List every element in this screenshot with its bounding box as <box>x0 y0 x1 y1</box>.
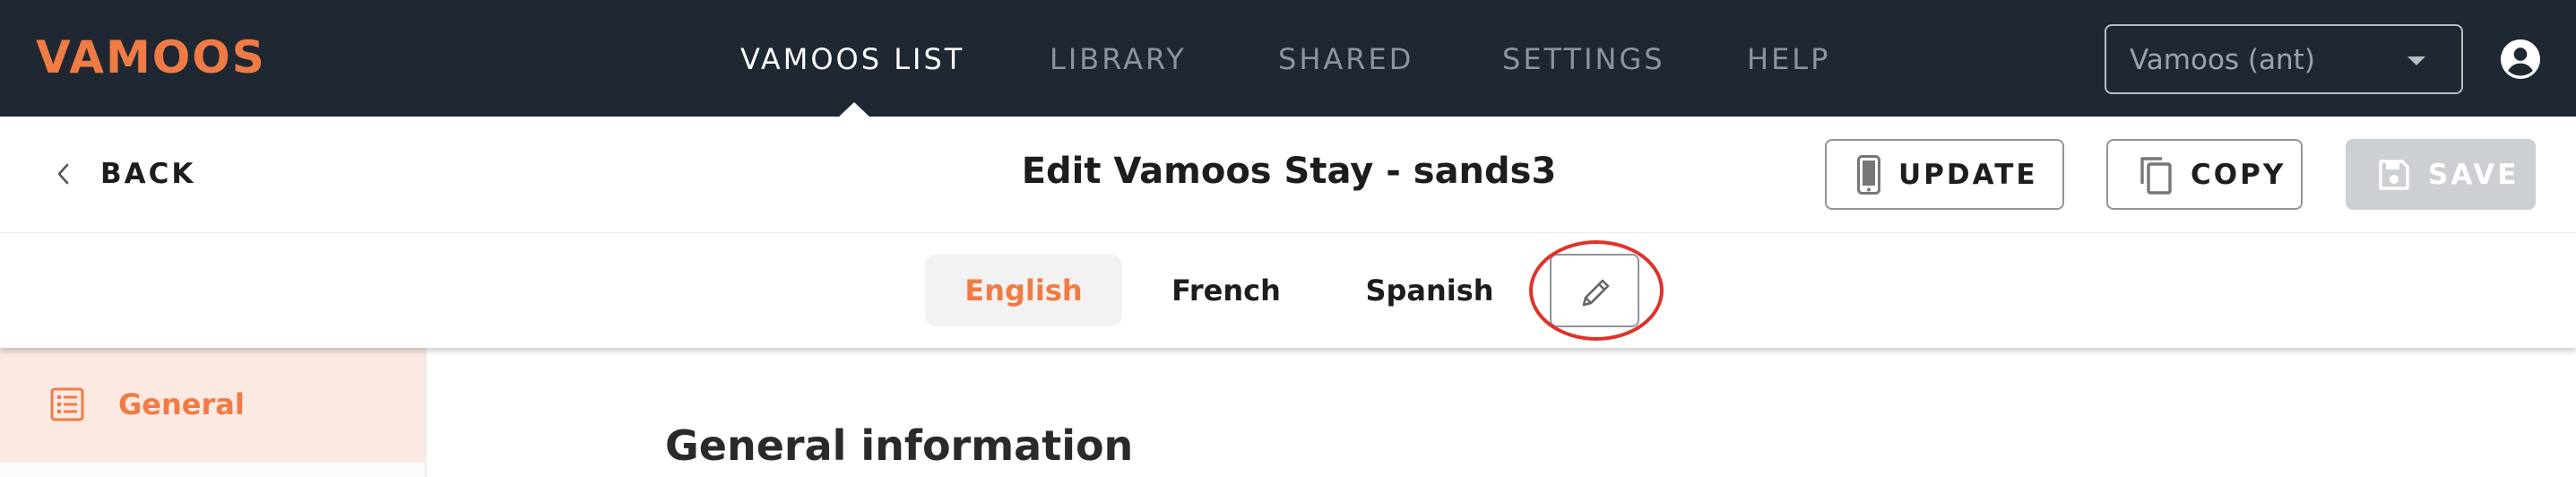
sidebar: General <box>0 348 427 477</box>
save-disk-icon <box>2379 159 2409 190</box>
page-title-text: Edit Vamoos Stay - sands3 <box>1021 151 1557 192</box>
annotation-highlight-ring <box>1529 240 1664 341</box>
account-circle-icon[interactable] <box>2501 39 2540 79</box>
copy-button-label: COPY <box>2191 158 2286 191</box>
update-button[interactable]: UPDATE <box>1825 139 2064 210</box>
active-nav-indicator <box>838 102 870 117</box>
sidebar-item-label: General <box>118 387 245 421</box>
nav-item-settings[interactable]: SETTINGS <box>1502 39 1665 79</box>
section-title: General information <box>665 421 1134 470</box>
save-button[interactable]: SAVE <box>2346 139 2536 210</box>
nav-item-library[interactable]: LIBRARY <box>1050 39 1187 79</box>
sidebar-item-general[interactable]: General <box>0 348 425 463</box>
update-button-label: UPDATE <box>1898 158 2038 191</box>
tab-spanish[interactable]: Spanish <box>1336 255 1524 326</box>
copy-button[interactable]: COPY <box>2106 139 2303 210</box>
tab-english[interactable]: English <box>925 255 1122 326</box>
account-select-value: Vamoos (ant) <box>2130 44 2315 76</box>
phone-icon <box>1857 154 1880 195</box>
list-icon <box>50 387 84 421</box>
top-navigation-bar: VAMOOS VAMOOS LIST LIBRARY SHARED SETTIN… <box>0 0 2576 117</box>
account-select[interactable]: Vamoos (ant) <box>2105 24 2463 94</box>
save-button-label: SAVE <box>2428 158 2520 191</box>
tab-french[interactable]: French <box>1138 255 1314 326</box>
nav-item-vamoos-list[interactable]: VAMOOS LIST <box>740 39 964 79</box>
copy-icon <box>2140 156 2172 195</box>
chevron-down-icon <box>2407 56 2425 65</box>
language-tabs: English French Spanish <box>0 233 2576 348</box>
nav-item-shared[interactable]: SHARED <box>1278 39 1413 79</box>
nav-item-help[interactable]: HELP <box>1747 39 1830 79</box>
editor-header: BACK Edit Vamoos Stay - sands3 UPDATE CO… <box>0 117 2576 233</box>
